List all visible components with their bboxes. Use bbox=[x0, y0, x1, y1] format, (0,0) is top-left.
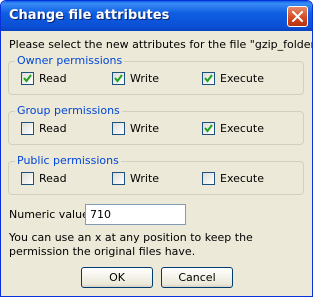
instruction-text: Please select the new attributes for the… bbox=[9, 38, 313, 51]
public-write-checkbox[interactable]: Write bbox=[112, 172, 159, 185]
checkbox-box bbox=[112, 122, 125, 135]
owner-permissions-group: Owner permissions Read Write Execute bbox=[8, 54, 304, 95]
checkbox-box bbox=[21, 172, 34, 185]
owner-execute-label: Execute bbox=[220, 72, 264, 85]
close-button[interactable] bbox=[287, 6, 308, 27]
owner-write-label: Write bbox=[130, 72, 160, 85]
checkbox-box bbox=[21, 122, 34, 135]
hint-text: You can use an x at any position to keep… bbox=[9, 231, 253, 258]
checkmark-icon bbox=[204, 124, 213, 133]
window-title: Change file attributes bbox=[9, 8, 170, 23]
public-write-label: Write bbox=[130, 172, 160, 185]
public-read-label: Read bbox=[39, 172, 67, 185]
owner-write-checkbox[interactable]: Write bbox=[112, 72, 159, 85]
close-icon bbox=[292, 11, 303, 22]
public-execute-label: Execute bbox=[220, 172, 264, 185]
ok-button[interactable]: OK bbox=[81, 267, 153, 288]
title-bar[interactable]: Change file attributes bbox=[1, 1, 312, 31]
checkmark-icon bbox=[23, 74, 32, 83]
public-execute-checkbox[interactable]: Execute bbox=[202, 172, 264, 185]
owner-execute-checkbox[interactable]: Execute bbox=[202, 72, 264, 85]
group-permissions-title: Group permissions bbox=[15, 104, 122, 117]
checkbox-box bbox=[21, 72, 34, 85]
checkbox-box bbox=[202, 122, 215, 135]
checkbox-box bbox=[202, 172, 215, 185]
group-write-checkbox[interactable]: Write bbox=[112, 122, 159, 135]
checkmark-icon bbox=[114, 74, 123, 83]
public-permissions-group: Public permissions Read Write Execute bbox=[8, 154, 304, 195]
group-read-checkbox[interactable]: Read bbox=[21, 122, 67, 135]
cancel-button[interactable]: Cancel bbox=[161, 267, 233, 288]
change-file-attributes-dialog: Change file attributes Please select the… bbox=[0, 0, 313, 297]
group-execute-label: Execute bbox=[220, 122, 264, 135]
checkbox-box bbox=[202, 72, 215, 85]
owner-read-checkbox[interactable]: Read bbox=[21, 72, 67, 85]
group-read-label: Read bbox=[39, 122, 67, 135]
numeric-value-input[interactable] bbox=[85, 204, 186, 225]
cancel-button-label: Cancel bbox=[178, 271, 216, 284]
owner-permissions-title: Owner permissions bbox=[15, 54, 125, 67]
checkbox-box bbox=[112, 72, 125, 85]
ok-button-label: OK bbox=[109, 271, 125, 284]
group-execute-checkbox[interactable]: Execute bbox=[202, 122, 264, 135]
owner-read-label: Read bbox=[39, 72, 67, 85]
group-permissions-group: Group permissions Read Write Execute bbox=[8, 104, 304, 145]
checkmark-icon bbox=[204, 74, 213, 83]
numeric-value-label: Numeric value: bbox=[9, 208, 93, 221]
checkbox-box bbox=[112, 172, 125, 185]
public-read-checkbox[interactable]: Read bbox=[21, 172, 67, 185]
group-write-label: Write bbox=[130, 122, 160, 135]
public-permissions-title: Public permissions bbox=[15, 154, 121, 167]
